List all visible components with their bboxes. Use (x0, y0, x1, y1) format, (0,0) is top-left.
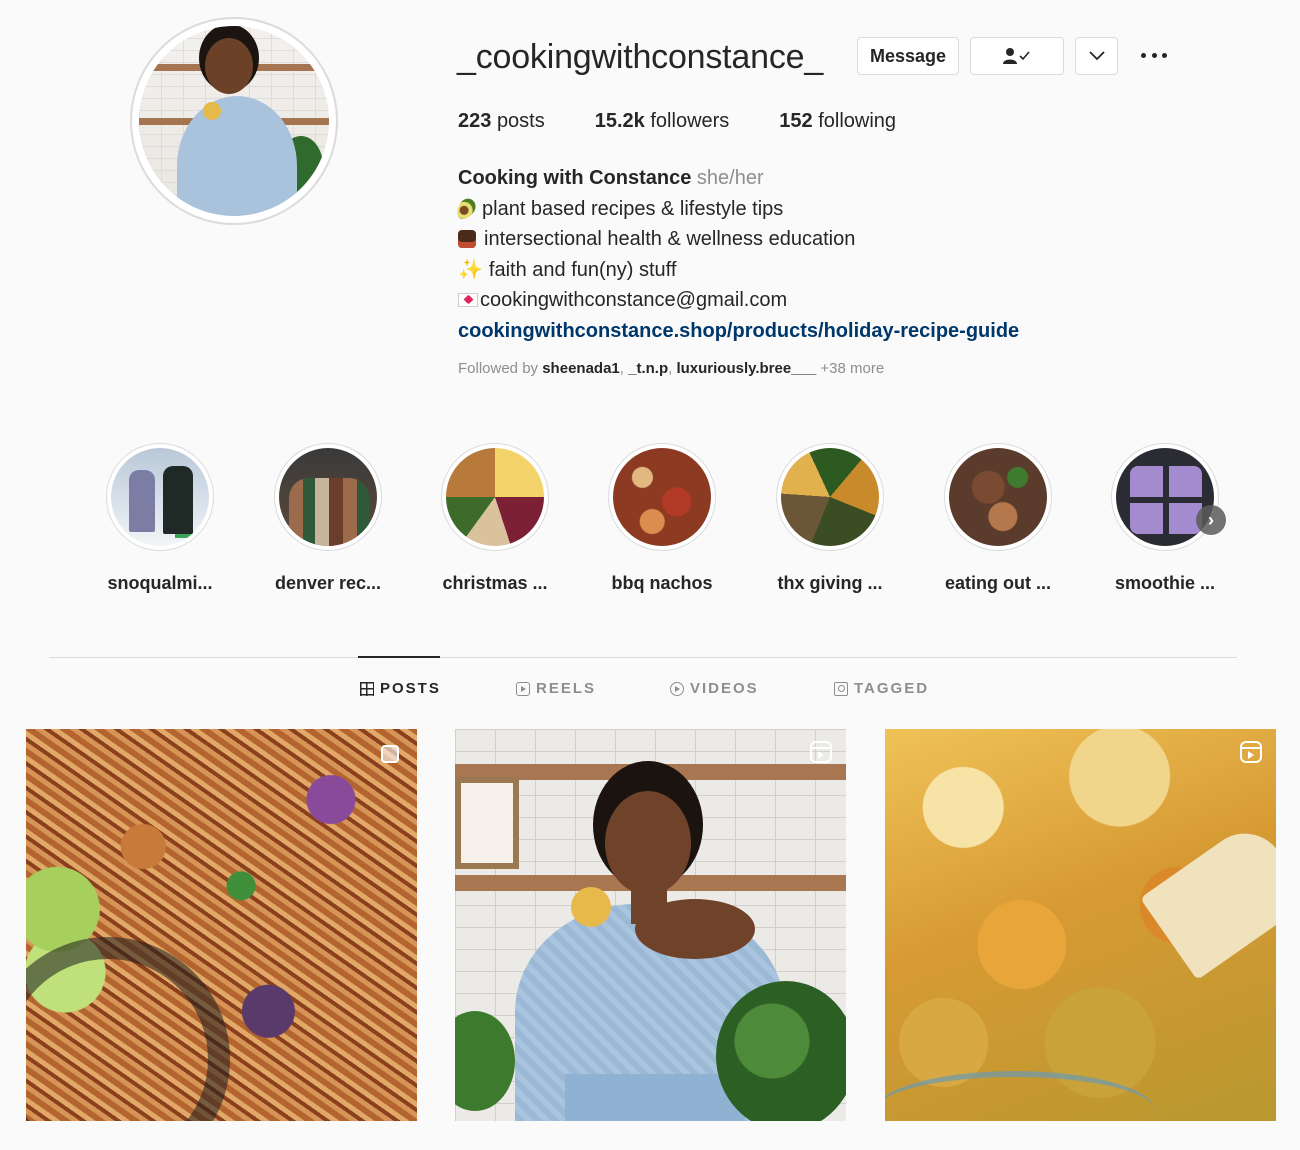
love-letter-icon (458, 293, 478, 308)
profile-pronouns: she/her (696, 167, 764, 189)
highlight-label: denver rec... (274, 573, 382, 593)
reel-icon (810, 741, 832, 763)
highlight-item[interactable]: bbq nachos (582, 443, 742, 594)
tab-reels[interactable]: REELS (516, 680, 596, 697)
bio-line: intersectional health & wellness educati… (458, 224, 1019, 255)
suggested-dropdown-button[interactable] (1075, 37, 1118, 75)
post-tile[interactable] (885, 729, 1276, 1121)
multi-post-icon (381, 745, 399, 763)
reels-icon (516, 681, 530, 696)
chevron-right-icon[interactable]: › (1196, 505, 1226, 535)
reel-icon (1240, 741, 1262, 763)
follower-name[interactable]: sheenada1 (542, 360, 620, 377)
avatar-photo (139, 26, 329, 216)
avocado-icon (453, 195, 479, 223)
story-highlights: snoqualmi... denver rec... christmas ...… (80, 443, 1240, 603)
highlight-thumbnail (613, 448, 711, 546)
tab-videos[interactable]: VIDEOS (670, 680, 759, 697)
person-check-icon (1003, 48, 1030, 64)
profile-bio: Cooking with Constance she/her plant bas… (453, 163, 1019, 347)
highlight-thumbnail (111, 448, 209, 546)
sparkles-icon: ✨ (458, 258, 483, 281)
follower-name[interactable]: luxuriously.bree___ (676, 360, 816, 377)
highlight-thumbnail (781, 448, 879, 546)
highlight-item[interactable]: denver rec... (248, 443, 408, 594)
bio-line: cookingwithconstance@gmail.com (458, 285, 1019, 316)
tab-divider (49, 657, 1237, 658)
highlight-label: bbq nachos (611, 573, 713, 593)
highlight-label: christmas ... (442, 573, 548, 593)
highlight-thumbnail (446, 448, 544, 546)
ellipsis-icon[interactable] (1138, 45, 1170, 65)
highlight-label: thx giving ... (777, 573, 883, 593)
highlight-item[interactable]: snoqualmi... (80, 443, 240, 594)
tab-tagged[interactable]: TAGGED (834, 680, 929, 697)
highlight-thumbnail (279, 448, 377, 546)
following-stat[interactable]: 152 following (779, 110, 896, 133)
highlight-item[interactable]: thx giving ... (750, 443, 910, 594)
highlight-label: eating out ... (945, 573, 1051, 593)
profile-username: _cookingwithconstance_ (457, 38, 824, 76)
profile-display-name: Cooking with Constance (458, 167, 692, 189)
highlight-thumbnail (949, 448, 1047, 546)
profile-avatar[interactable] (130, 17, 338, 225)
bio-line: ✨ faith and fun(ny) stuff (458, 258, 677, 281)
profile-stats: 223 posts 15.2k followers 152 following (458, 110, 896, 133)
bio-line: plant based recipes & lifestyle tips (453, 194, 1019, 225)
posts-stat: 223 posts (458, 110, 545, 132)
following-button[interactable] (970, 37, 1064, 75)
highlight-label: snoqualmi... (107, 573, 213, 593)
bio-link[interactable]: cookingwithconstance.shop/products/holid… (458, 316, 1019, 347)
follower-name[interactable]: _t.n.p (628, 360, 668, 377)
grid-icon (360, 681, 374, 696)
followed-by[interactable]: Followed by sheenada1, _t.n.p, luxurious… (458, 360, 884, 377)
highlight-thumbnail (1116, 448, 1214, 546)
highlight-item[interactable]: eating out ... (918, 443, 1078, 594)
tab-posts[interactable]: POSTS (360, 680, 441, 697)
highlight-label: smoothie ... (1114, 573, 1215, 593)
message-button[interactable]: Message (857, 37, 959, 75)
profile-tabs: POSTS REELS VIDEOS TAGGED (0, 680, 1300, 704)
post-tile[interactable] (26, 729, 417, 1121)
post-tile[interactable] (455, 729, 846, 1121)
highlight-item[interactable]: christmas ... (415, 443, 575, 594)
video-icon (670, 681, 684, 696)
tab-active-indicator (358, 656, 440, 658)
tagged-icon (834, 681, 848, 696)
chevron-down-icon (1088, 51, 1105, 61)
teacher-icon (458, 230, 476, 249)
followers-stat[interactable]: 15.2k followers (595, 110, 730, 133)
